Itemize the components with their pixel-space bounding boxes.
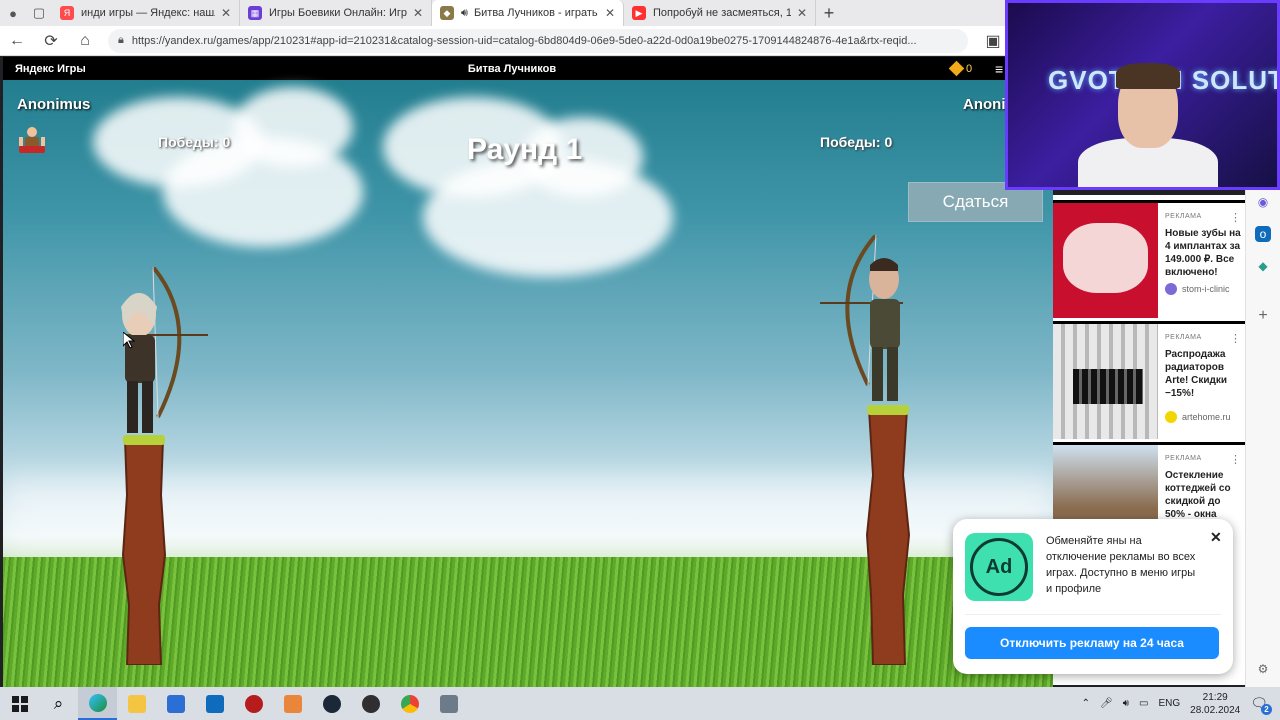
ad-off-icon: Ad — [965, 533, 1033, 601]
disable-ads-popup: Ad Обменяйте яны на отключение рекламы в… — [953, 519, 1233, 674]
chevron-up-icon[interactable]: ⌃ — [1082, 698, 1090, 709]
ad-image — [1053, 324, 1158, 439]
paint-app-icon[interactable] — [273, 687, 312, 720]
file-explorer-icon[interactable] — [117, 687, 156, 720]
ad-text: Распродажа радиаторов Arte! Скидки −15%! — [1165, 349, 1227, 399]
tab-action-games[interactable]: ▦ Игры Боевики Онлайн: Играйте ✕ — [240, 0, 432, 26]
webcam-overlay: GVOTECH SOLUTIONS — [1005, 0, 1280, 190]
games-favicon-icon: ▦ — [248, 6, 262, 20]
player-left-name: Anonimus — [17, 96, 91, 113]
search-icon[interactable]: ⌕ — [39, 687, 78, 720]
ad-card[interactable]: РЕКЛАМА ⋮ Новые зубы на 4 имплантах за 1… — [1053, 200, 1245, 318]
close-tab-icon[interactable]: ✕ — [413, 6, 423, 20]
player-left-wins: Победы: 0 — [158, 134, 231, 150]
volume-icon[interactable]: 🔊︎ — [1123, 698, 1129, 709]
ad-source: artehome.ru — [1165, 411, 1231, 423]
refresh-icon[interactable]: ⟳ — [34, 31, 68, 51]
ad-label: РЕКЛАМА — [1165, 213, 1202, 220]
popup-divider — [965, 614, 1221, 615]
recorder-app-icon[interactable] — [234, 687, 273, 720]
player-right-name: Anoni — [963, 96, 1006, 113]
ad-image — [1053, 203, 1158, 318]
misc-app-icon[interactable] — [429, 687, 468, 720]
language-indicator[interactable]: ENG — [1158, 698, 1180, 709]
back-arrow-icon[interactable]: ← — [0, 32, 34, 50]
game-header: Яндекс Игры Битва Лучников 0 ≡ — [3, 57, 1053, 80]
store-icon[interactable] — [156, 687, 195, 720]
close-tab-icon[interactable]: ✕ — [797, 6, 807, 20]
windows-start-icon[interactable] — [0, 687, 39, 720]
settings-gear-icon[interactable]: ⚙ — [1255, 661, 1271, 677]
round-title: Раунд 1 — [467, 133, 583, 166]
clock-date: 28.02.2024 — [1190, 704, 1241, 716]
clock-time: 21:29 — [1202, 691, 1228, 703]
more-options-icon[interactable]: ⋮ — [1230, 211, 1241, 224]
chrome-icon[interactable] — [390, 687, 429, 720]
youtube-favicon-icon: ▶ — [632, 6, 646, 20]
right-pillar — [865, 405, 911, 670]
streamer-hair — [1116, 63, 1180, 89]
close-tab-icon[interactable]: ✕ — [605, 6, 615, 20]
player-left-avatar-icon — [15, 124, 49, 156]
hamburger-menu-icon[interactable]: ≡ — [995, 61, 1003, 77]
ad-label: РЕКЛАМА — [1165, 455, 1202, 462]
url-field[interactable]: 🔒︎ https://yandex.ru/games/app/210231#ap… — [108, 28, 968, 53]
home-icon[interactable]: ⌂ — [68, 32, 102, 50]
microphone-icon[interactable]: 🎤︎ — [1100, 698, 1113, 709]
mouse-cursor-icon — [122, 330, 136, 353]
edge-browser-icon[interactable] — [78, 687, 117, 720]
url-text: https://yandex.ru/games/app/210231#app-i… — [131, 34, 917, 47]
system-tray: ⌃ 🎤︎ 🔊︎ ▭ ENG 21:29 28.02.2024 🗨︎ 2 — [1082, 687, 1272, 720]
steam-icon[interactable] — [312, 687, 351, 720]
disable-ads-button[interactable]: Отключить рекламу на 24 часа — [965, 627, 1219, 659]
coin-icon — [948, 60, 965, 77]
popup-text: Обменяйте яны на отключение рекламы во в… — [1046, 535, 1196, 595]
game-favicon-icon: ◆ — [440, 6, 454, 20]
ad-card[interactable]: РЕКЛАМА ⋮ Распродажа радиаторов Arte! Ск… — [1053, 321, 1245, 439]
right-archer — [818, 233, 928, 410]
speaker-icon[interactable]: 🔊︎ — [461, 7, 468, 20]
coin-balance[interactable]: 0 — [948, 60, 972, 77]
tab-youtube[interactable]: ▶ Попробуй не засмеяться, 107% ✕ — [624, 0, 816, 26]
more-options-icon[interactable]: ⋮ — [1230, 332, 1241, 345]
game-canvas[interactable]: Яндекс Игры Битва Лучников 0 ≡ Anonimus … — [3, 57, 1053, 687]
tab-actions-icon[interactable]: ▢ — [26, 0, 52, 26]
yandex-favicon-icon: Я — [60, 6, 74, 20]
tab-title: Попробуй не засмеяться, 107% — [653, 7, 791, 19]
close-icon[interactable]: ✕ — [1210, 529, 1222, 546]
ad-source: stom-i-clinic — [1165, 283, 1230, 295]
drop-icon[interactable]: ◆ — [1255, 258, 1271, 274]
more-options-icon[interactable]: ⋮ — [1230, 453, 1241, 466]
windows-taskbar: ⌕ ⌃ 🎤︎ 🔊︎ ▭ ENG 21:29 28.02.2024 🗨︎ 2 — [0, 687, 1280, 720]
display-icon[interactable]: ▭ — [1139, 698, 1148, 709]
copilot-icon[interactable]: ◉ — [1255, 194, 1271, 210]
close-tab-icon[interactable]: ✕ — [221, 6, 231, 20]
obs-icon[interactable] — [351, 687, 390, 720]
ad-label: РЕКЛАМА — [1165, 334, 1202, 341]
left-archer — [103, 265, 213, 442]
clock[interactable]: 21:29 28.02.2024 — [1190, 691, 1240, 717]
profile-icon[interactable]: ● — [0, 0, 26, 26]
game-title: Битва Лучников — [467, 62, 557, 75]
add-sidebar-app-icon[interactable]: + — [1255, 308, 1271, 324]
outlook-icon[interactable]: o — [1255, 226, 1271, 242]
notifications-count: 2 — [1261, 704, 1272, 715]
tab-yandex-search[interactable]: Я инди игры — Яндекс: нашлось ✕ — [52, 0, 240, 26]
player-right-wins: Победы: 0 — [820, 134, 893, 150]
left-pillar — [121, 435, 167, 670]
new-tab-button[interactable]: + — [816, 3, 842, 24]
notifications-icon[interactable]: 🗨︎ 2 — [1250, 695, 1272, 715]
lock-icon: 🔒︎ — [118, 34, 124, 46]
mail-icon[interactable] — [195, 687, 234, 720]
tab-title: Игры Боевики Онлайн: Играйте — [269, 7, 407, 19]
tab-title: Битва Лучников - играть с — [473, 7, 599, 19]
tab-title: инди игры — Яндекс: нашлось — [81, 7, 215, 19]
tab-archers-battle[interactable]: ◆ 🔊︎ Битва Лучников - играть с ✕ — [432, 0, 624, 26]
ad-text: Новые зубы на 4 имплантах за 149.000 ₽. … — [1165, 228, 1241, 278]
